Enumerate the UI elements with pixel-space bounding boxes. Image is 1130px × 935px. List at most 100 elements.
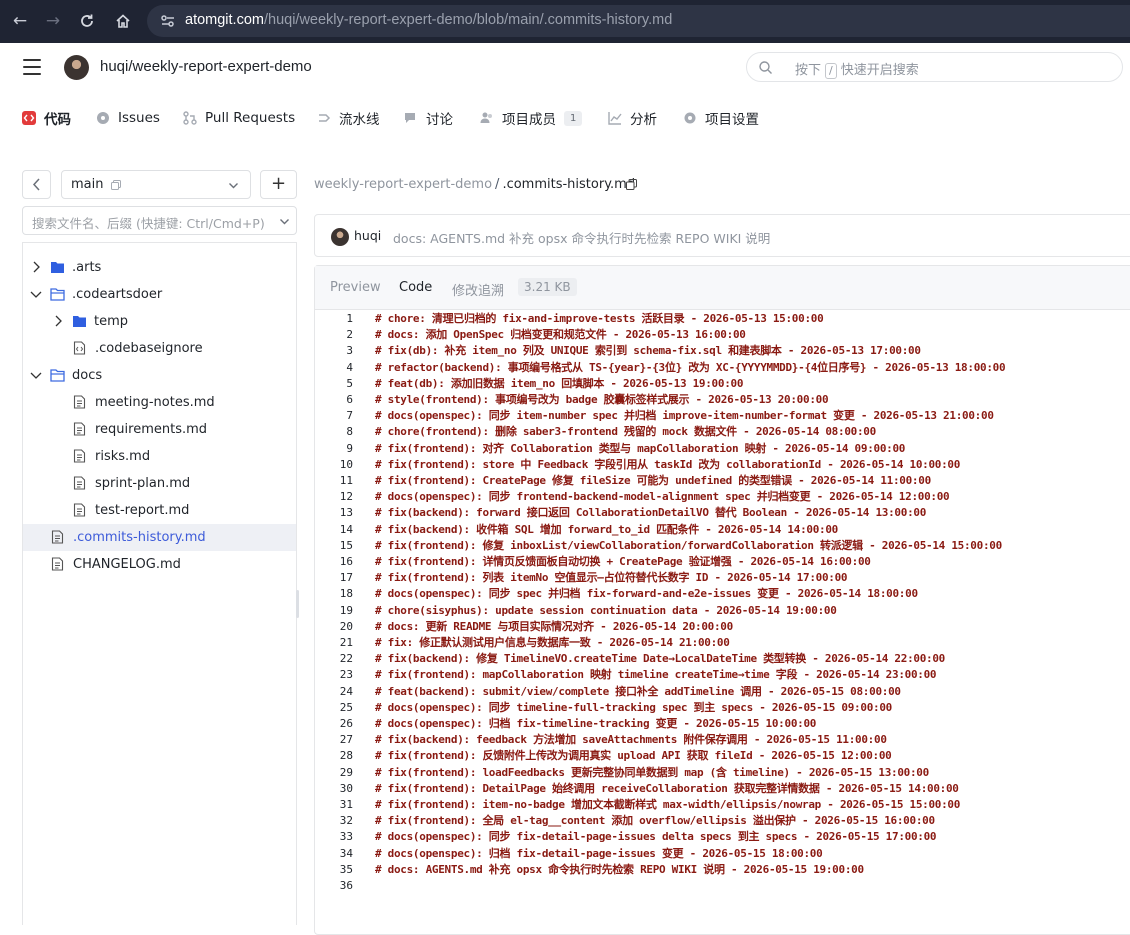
file-search-placeholder: 搜索文件名、后缀 (快捷键: Ctrl/Cmd+P)	[32, 216, 265, 231]
tree-file[interactable]: risks.md	[23, 443, 296, 470]
line-number[interactable]: 18	[315, 587, 353, 600]
tree-file[interactable]: requirements.md	[23, 416, 296, 443]
code-line: 10 # fix(frontend): store 中 Feedback 字段引用…	[315, 457, 1130, 473]
copy-icon[interactable]	[110, 179, 122, 191]
tree-item-label: .arts	[72, 260, 102, 275]
tab-pull-requests[interactable]: Pull Requests	[183, 108, 295, 128]
breadcrumb-repo-link[interactable]: weekly-report-expert-demo	[314, 177, 492, 192]
line-number[interactable]: 23	[315, 668, 353, 681]
line-number[interactable]: 6	[315, 393, 353, 406]
line-number[interactable]: 5	[315, 377, 353, 390]
tree-file[interactable]: .commits-history.md	[23, 524, 296, 551]
line-number[interactable]: 12	[315, 490, 353, 503]
tab-preview[interactable]: Preview	[330, 280, 381, 295]
line-number[interactable]: 35	[315, 863, 353, 876]
file-icon	[73, 449, 86, 463]
avatar[interactable]	[64, 55, 89, 80]
line-number[interactable]: 30	[315, 782, 353, 795]
line-number[interactable]: 15	[315, 539, 353, 552]
line-number[interactable]: 31	[315, 798, 353, 811]
site-settings-icon[interactable]	[159, 12, 177, 30]
tree-file[interactable]: meeting-notes.md	[23, 389, 296, 416]
add-file-button[interactable]: +	[260, 170, 297, 199]
line-number[interactable]: 36	[315, 879, 353, 892]
back-arrow-icon[interactable]: ←	[9, 10, 31, 32]
hamburger-menu-icon[interactable]	[23, 59, 41, 75]
repo-title[interactable]: huqi/weekly-report-expert-demo	[100, 58, 312, 75]
branch-select[interactable]: main	[61, 170, 251, 199]
code-line: 4 # refactor(backend): 事项编号格式从 TS-{year}-…	[315, 360, 1130, 376]
tree-folder[interactable]: docs	[23, 362, 296, 389]
tree-item-label: test-report.md	[95, 503, 190, 518]
tree-file[interactable]: .codebaseignore	[23, 335, 296, 362]
line-number[interactable]: 29	[315, 766, 353, 779]
line-number[interactable]: 16	[315, 555, 353, 568]
line-number[interactable]: 14	[315, 523, 353, 536]
copy-path-icon[interactable]	[625, 178, 638, 191]
line-number[interactable]: 20	[315, 620, 353, 633]
line-number[interactable]: 9	[315, 442, 353, 455]
line-number[interactable]: 24	[315, 685, 353, 698]
tab-analytics[interactable]: 分析	[608, 108, 657, 128]
line-number[interactable]: 32	[315, 814, 353, 827]
sidebar-resize-handle[interactable]	[296, 590, 299, 618]
tab-code-view[interactable]: Code	[399, 280, 432, 295]
tab-settings[interactable]: 项目设置	[683, 108, 759, 128]
line-number[interactable]: 27	[315, 733, 353, 746]
tab-discussion[interactable]: 讨论	[404, 108, 453, 128]
tree-file[interactable]: CHANGELOG.md	[23, 551, 296, 578]
address-bar[interactable]: atomgit.com/huqi/weekly-report-expert-de…	[147, 5, 1130, 37]
line-number[interactable]: 11	[315, 474, 353, 487]
global-search-input[interactable]: 按下 / 快速开启搜索	[746, 52, 1123, 82]
commit-author[interactable]: huqi	[354, 228, 381, 243]
line-number[interactable]: 17	[315, 571, 353, 584]
line-number[interactable]: 10	[315, 458, 353, 471]
line-number[interactable]: 26	[315, 717, 353, 730]
line-number[interactable]: 25	[315, 701, 353, 714]
tab-code[interactable]: 代码	[22, 108, 71, 128]
chevron-down-icon[interactable]	[29, 368, 43, 382]
tab-pipeline[interactable]: 流水线	[317, 108, 380, 128]
tree-folder[interactable]: .arts	[23, 254, 296, 281]
file-search-input[interactable]: 搜索文件名、后缀 (快捷键: Ctrl/Cmd+P)	[22, 206, 297, 235]
line-number[interactable]: 19	[315, 604, 353, 617]
line-number[interactable]: 21	[315, 636, 353, 649]
line-number[interactable]: 3	[315, 344, 353, 357]
collapse-sidebar-button[interactable]	[22, 170, 51, 199]
line-number[interactable]: 33	[315, 830, 353, 843]
line-number[interactable]: 7	[315, 409, 353, 422]
folder-icon	[73, 316, 86, 327]
tab-issues[interactable]: Issues	[96, 108, 160, 128]
chevron-right-icon[interactable]	[51, 314, 65, 328]
tree-file[interactable]: test-report.md	[23, 497, 296, 524]
file-toolbar: Preview Code 修改追溯 3.21 KB	[315, 266, 1130, 310]
tab-blame[interactable]: 修改追溯	[452, 280, 504, 299]
tree-file[interactable]: sprint-plan.md	[23, 470, 296, 497]
tree-folder[interactable]: temp	[23, 308, 296, 335]
code-line: 28 # fix(frontend): 反馈附件上传改为调用真实 upload A…	[315, 748, 1130, 764]
commit-message[interactable]: docs: AGENTS.md 补充 opsx 命令执行时先检索 REPO WI…	[393, 228, 770, 247]
reload-icon[interactable]	[76, 10, 98, 32]
code-line: 8 # chore(frontend): 删除 saber3-frontend 残…	[315, 424, 1130, 440]
avatar[interactable]	[331, 228, 349, 246]
line-number[interactable]: 1	[315, 312, 353, 325]
line-number[interactable]: 4	[315, 361, 353, 374]
chevron-down-icon[interactable]	[29, 287, 43, 301]
line-number[interactable]: 13	[315, 506, 353, 519]
chevron-right-icon[interactable]	[29, 260, 43, 274]
tab-members[interactable]: 项目成员 1	[480, 108, 583, 128]
line-number[interactable]: 8	[315, 425, 353, 438]
line-number[interactable]: 28	[315, 749, 353, 762]
line-number[interactable]: 2	[315, 328, 353, 341]
tree-item-label: .codebaseignore	[95, 341, 203, 356]
tree-folder[interactable]: .codeartsdoer	[23, 281, 296, 308]
file-icon	[73, 422, 86, 436]
code-line: 36	[315, 878, 1130, 894]
forward-arrow-icon[interactable]: →	[42, 10, 64, 32]
code-line: 25 # docs(openspec): 同步 timeline-full-tra…	[315, 700, 1130, 716]
file-icon	[51, 557, 64, 571]
line-number[interactable]: 22	[315, 652, 353, 665]
line-number[interactable]: 34	[315, 847, 353, 860]
home-icon[interactable]	[112, 10, 134, 32]
code-line: 23 # fix(frontend): mapCollaboration 映射 t…	[315, 667, 1130, 683]
